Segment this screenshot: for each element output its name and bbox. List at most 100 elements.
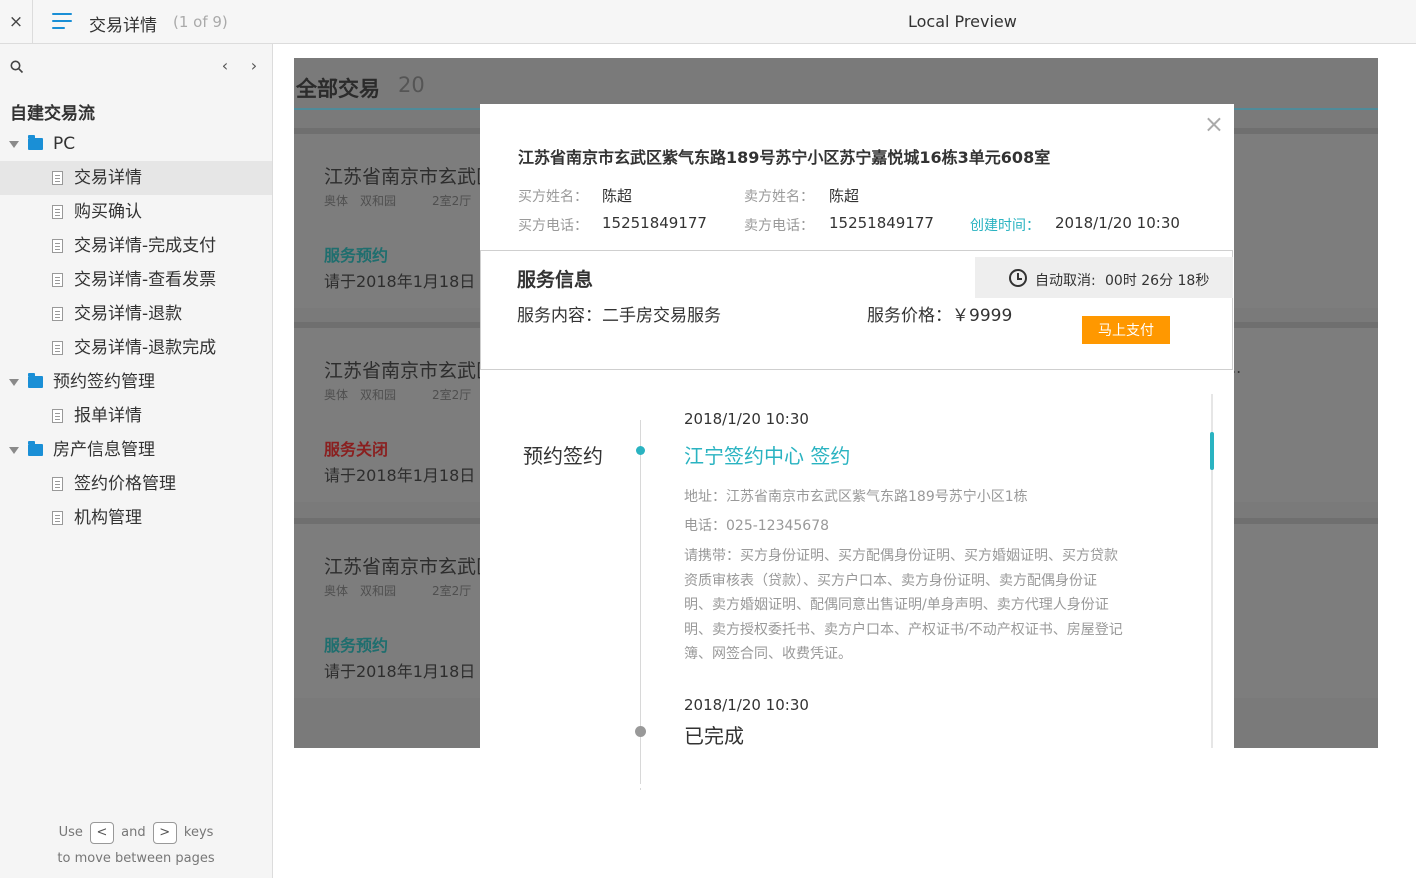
pay-now-button[interactable]: 马上支付 <box>1082 316 1170 344</box>
page-count: (1 of 9) <box>173 13 228 31</box>
timeline-item1-address: 地址：江苏省南京市玄武区紫气东路189号苏宁小区1栋 <box>684 489 1028 505</box>
folder-icon <box>28 135 43 150</box>
page-label: 交易详情 <box>74 168 142 188</box>
modal-address: 江苏省南京市玄武区紫气东路189号苏宁小区苏宁嘉悦城16栋3单元608室 <box>518 148 1051 167</box>
timeline-line-tail <box>640 748 641 784</box>
card-status: 服务预约 <box>324 636 389 655</box>
page-item-view-invoice[interactable]: 交易详情-查看发票 <box>0 263 272 297</box>
page-item-payment-complete[interactable]: 交易详情-完成支付 <box>0 229 272 263</box>
page-label: 报单详情 <box>74 406 142 426</box>
countdown-label: 自动取消: <box>1035 273 1096 289</box>
timeline-dot-active <box>636 446 645 455</box>
created-time-label: 创建时间： <box>970 218 1040 234</box>
card-status: 服务关闭 <box>324 440 389 459</box>
caret-down-icon[interactable] <box>9 447 19 454</box>
card-community: 双和园 <box>360 584 397 598</box>
seller-name: 陈超 <box>829 187 860 205</box>
keyboard-hint: Use < and > keys to move between pages <box>0 820 272 872</box>
timeline-item1-date: 2018/1/20 10:30 <box>684 410 809 428</box>
folder-label: PC <box>53 134 76 154</box>
page-label: 机构管理 <box>74 508 142 528</box>
folder-appointment[interactable]: 预约签约管理 <box>0 365 272 399</box>
page-item-purchase-confirm[interactable]: 购买确认 <box>0 195 272 229</box>
seller-phone-label: 卖方电话： <box>744 218 814 234</box>
right-key: > <box>152 821 177 844</box>
page-icon <box>52 307 63 321</box>
page-item-transaction-detail[interactable]: 交易详情 <box>0 161 272 195</box>
left-key: < <box>90 821 114 844</box>
next-page-button[interactable]: › <box>246 56 262 75</box>
card-layout: 2室2厅 <box>432 584 472 598</box>
previous-page-button[interactable]: ‹ <box>217 56 233 75</box>
card-address: 江苏省南京市玄武区 <box>324 166 496 188</box>
search-icon[interactable] <box>10 60 24 74</box>
countdown-value: 00时 26分 18秒 <box>1105 273 1210 289</box>
page-title: 交易详情 <box>89 16 157 36</box>
buyer-phone: 15251849177 <box>602 214 707 232</box>
page-item-refund[interactable]: 交易详情-退款 <box>0 297 272 331</box>
card-date: 请于2018年1月18日 <box>324 662 476 681</box>
caret-down-icon[interactable] <box>9 141 19 148</box>
folder-pc[interactable]: PC <box>0 127 272 161</box>
timeline-item1-phone: 电话：025-12345678 <box>684 518 830 534</box>
card-layout: 2室2厅 <box>432 388 472 402</box>
buyer-phone-label: 买方电话： <box>518 218 588 234</box>
page-label: 交易详情-完成支付 <box>74 236 217 256</box>
service-info-panel: 服务信息 服务内容：二手房交易服务 服务价格：￥9999 自动取消: 00时 2… <box>480 250 1233 370</box>
timeline-dot-done <box>635 726 646 737</box>
page-item-org-management[interactable]: 机构管理 <box>0 501 272 535</box>
preview-label: Local Preview <box>908 12 1017 31</box>
folder-icon <box>28 441 43 456</box>
hint-and: and <box>121 825 146 840</box>
page-icon <box>52 171 63 185</box>
page-label: 交易详情-退款 <box>74 304 183 324</box>
card-district: 奥体 <box>324 388 349 402</box>
timeline-item2-status: 已完成 <box>684 724 744 748</box>
page-icon <box>52 341 63 355</box>
timeline-item1-documents: 请携带：买方身份证明、买方配偶身份证明、买方婚姻证明、买方贷款资质审核表（贷款）… <box>684 548 1123 663</box>
clock-icon <box>1009 269 1027 287</box>
card-date: 请于2018年1月18日 <box>324 466 476 485</box>
folder-property[interactable]: 房产信息管理 <box>0 433 272 467</box>
page-tree: PC 交易详情 购买确认 交易详情-完成支付 交易详情-查看发票 交易详情-退款… <box>0 127 272 535</box>
hint-keys: keys <box>183 825 214 840</box>
page-icon <box>52 273 63 287</box>
seller-name-label: 卖方姓名： <box>744 189 814 205</box>
card-address: 江苏省南京市玄武区 <box>324 556 496 578</box>
transaction-detail-modal: × 江苏省南京市玄武区紫气东路189号苏宁小区苏宁嘉悦城16栋3单元608室 买… <box>480 104 1234 790</box>
page-label: 交易详情-查看发票 <box>74 270 217 290</box>
page-icon <box>52 409 63 423</box>
timeline-item1-place[interactable]: 江宁签约中心 签约 <box>684 440 850 469</box>
card-layout: 2室2厅 <box>432 194 472 208</box>
page-icon <box>52 511 63 525</box>
hint-use: Use <box>58 825 83 840</box>
folder-label: 预约签约管理 <box>53 372 155 392</box>
menu-icon[interactable] <box>52 13 72 31</box>
folder-icon <box>28 373 43 388</box>
page-item-report-detail[interactable]: 报单详情 <box>0 399 272 433</box>
auto-cancel-countdown: 自动取消: 00时 26分 18秒 <box>975 257 1233 298</box>
top-bar: × 交易详情 (1 of 9) Local Preview <box>0 0 1416 44</box>
timeline-item2-date: 2018/1/20 10:30 <box>684 696 809 714</box>
hint-line2: to move between pages <box>57 851 215 866</box>
buyer-name-label: 买方姓名： <box>518 189 588 205</box>
service-price: 服务价格：￥9999 <box>867 306 1013 326</box>
created-time: 2018/1/20 10:30 <box>1055 214 1180 232</box>
page-item-price-management[interactable]: 签约价格管理 <box>0 467 272 501</box>
background-title: 全部交易 <box>296 77 380 101</box>
page-label: 购买确认 <box>74 202 142 222</box>
modal-close-icon[interactable]: × <box>1204 110 1224 138</box>
timeline-step-label: 预约签约 <box>523 444 603 468</box>
card-community: 双和园 <box>360 388 397 402</box>
folder-label: 房产信息管理 <box>53 440 155 460</box>
close-icon[interactable]: × <box>0 0 33 43</box>
card-community: 双和园 <box>360 194 397 208</box>
card-status: 服务预约 <box>324 246 389 265</box>
seller-phone: 15251849177 <box>829 214 934 232</box>
card-date: 请于2018年1月18日 <box>324 272 476 291</box>
page-label: 签约价格管理 <box>74 474 176 494</box>
caret-down-icon[interactable] <box>9 379 19 386</box>
page-label: 交易详情-退款完成 <box>74 338 217 358</box>
page-item-refund-complete[interactable]: 交易详情-退款完成 <box>0 331 272 365</box>
timeline-scrollbar-thumb[interactable] <box>1210 432 1214 470</box>
